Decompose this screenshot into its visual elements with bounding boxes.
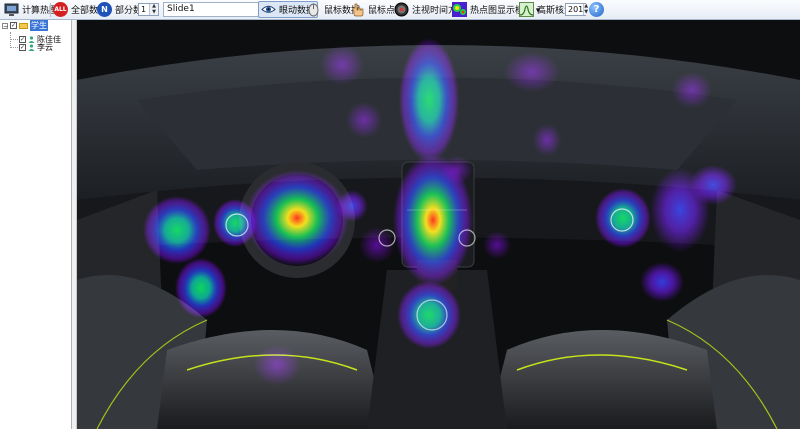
help-button[interactable]: ? [589,2,604,17]
tree-item-participant[interactable]: ✓ 李云 [19,43,53,52]
stepper-down-icon[interactable]: ▼ [150,9,158,15]
eye-icon [261,2,276,17]
person-icon [28,44,35,51]
gaussian-curve-icon [519,2,534,17]
participant-checkbox[interactable]: ✓ [19,36,26,43]
slide-select-value: Slide1 [167,4,195,14]
stepper-down-icon[interactable]: ▼ [584,9,589,15]
toolbar: 计算热图 ALL 全部数据 N 部分数据 1 ▲▼ Slide1 ▼ 眼动数据 … [0,0,800,20]
heatmap-monitor-icon [4,2,19,17]
tree-root-label: 学生 [30,20,48,31]
participant-label: 李云 [37,43,53,52]
all-data-icon: ALL [53,2,68,17]
gaussian-size-stepper[interactable]: 201 ▲ ▼ [565,3,589,16]
participant-checkbox[interactable]: ✓ [19,44,26,51]
partial-count-value: 1 [141,5,147,14]
tree-root-row[interactable]: − ✓ 学生 [2,20,48,31]
person-icon [28,36,35,43]
folder-icon [19,22,28,29]
car-interior-heatmap-image [77,20,800,429]
heatmap-palette-icon [452,2,467,17]
heatmap-canvas[interactable] [77,20,800,429]
toolbar-separator [50,3,51,17]
tree-root-checkbox[interactable]: ✓ [10,22,17,29]
gaussian-size-value: 201 [568,5,584,14]
mouse-icon [306,2,321,17]
partial-data-icon: N [97,2,112,17]
pointing-hand-icon [350,2,365,17]
collapse-icon[interactable]: − [2,22,8,29]
participant-tree: − ✓ 学生 ✓ 陈佳佳 ✓ 李云 [0,20,72,429]
partial-count-stepper[interactable]: 1 ▲ ▼ [138,3,159,16]
target-icon [394,2,409,17]
